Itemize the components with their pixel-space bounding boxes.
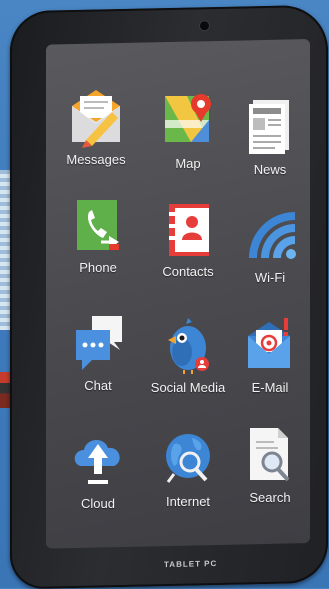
- address-book-icon: [169, 204, 209, 256]
- map-pin-icon: [165, 94, 211, 142]
- app-wifi[interactable]: Wi-Fi: [222, 206, 318, 285]
- app-label: News: [253, 162, 287, 177]
- chat-bubbles-icon: [76, 316, 122, 370]
- phone-icon: [77, 200, 119, 250]
- app-chat[interactable]: Chat: [50, 312, 146, 393]
- app-label: Wi-Fi: [254, 270, 286, 285]
- app-messages[interactable]: Messages: [48, 86, 144, 167]
- document-search-icon: [250, 428, 290, 482]
- app-label: Phone: [79, 260, 117, 275]
- app-label: Chat: [84, 378, 112, 393]
- cloud-upload-icon: [74, 439, 120, 484]
- app-news[interactable]: News: [222, 96, 318, 177]
- globe-search-icon: [166, 434, 210, 483]
- app-label: Search: [249, 490, 291, 505]
- app-search[interactable]: Search: [222, 424, 318, 505]
- wifi-icon: [249, 212, 296, 259]
- camera-icon: [200, 21, 209, 31]
- app-label: E-Mail: [251, 380, 289, 395]
- email-icon: [248, 318, 290, 368]
- envelope-pencil-icon: [72, 90, 120, 148]
- app-cloud[interactable]: Cloud: [50, 430, 146, 511]
- app-phone[interactable]: Phone: [50, 196, 146, 275]
- app-label: Messages: [66, 152, 126, 167]
- brand-logo: TABLET PC: [164, 558, 218, 570]
- newspaper-icon: [249, 100, 289, 154]
- app-label: Cloud: [81, 496, 115, 511]
- app-email[interactable]: E-Mail: [222, 316, 318, 395]
- bird-icon: [168, 318, 209, 374]
